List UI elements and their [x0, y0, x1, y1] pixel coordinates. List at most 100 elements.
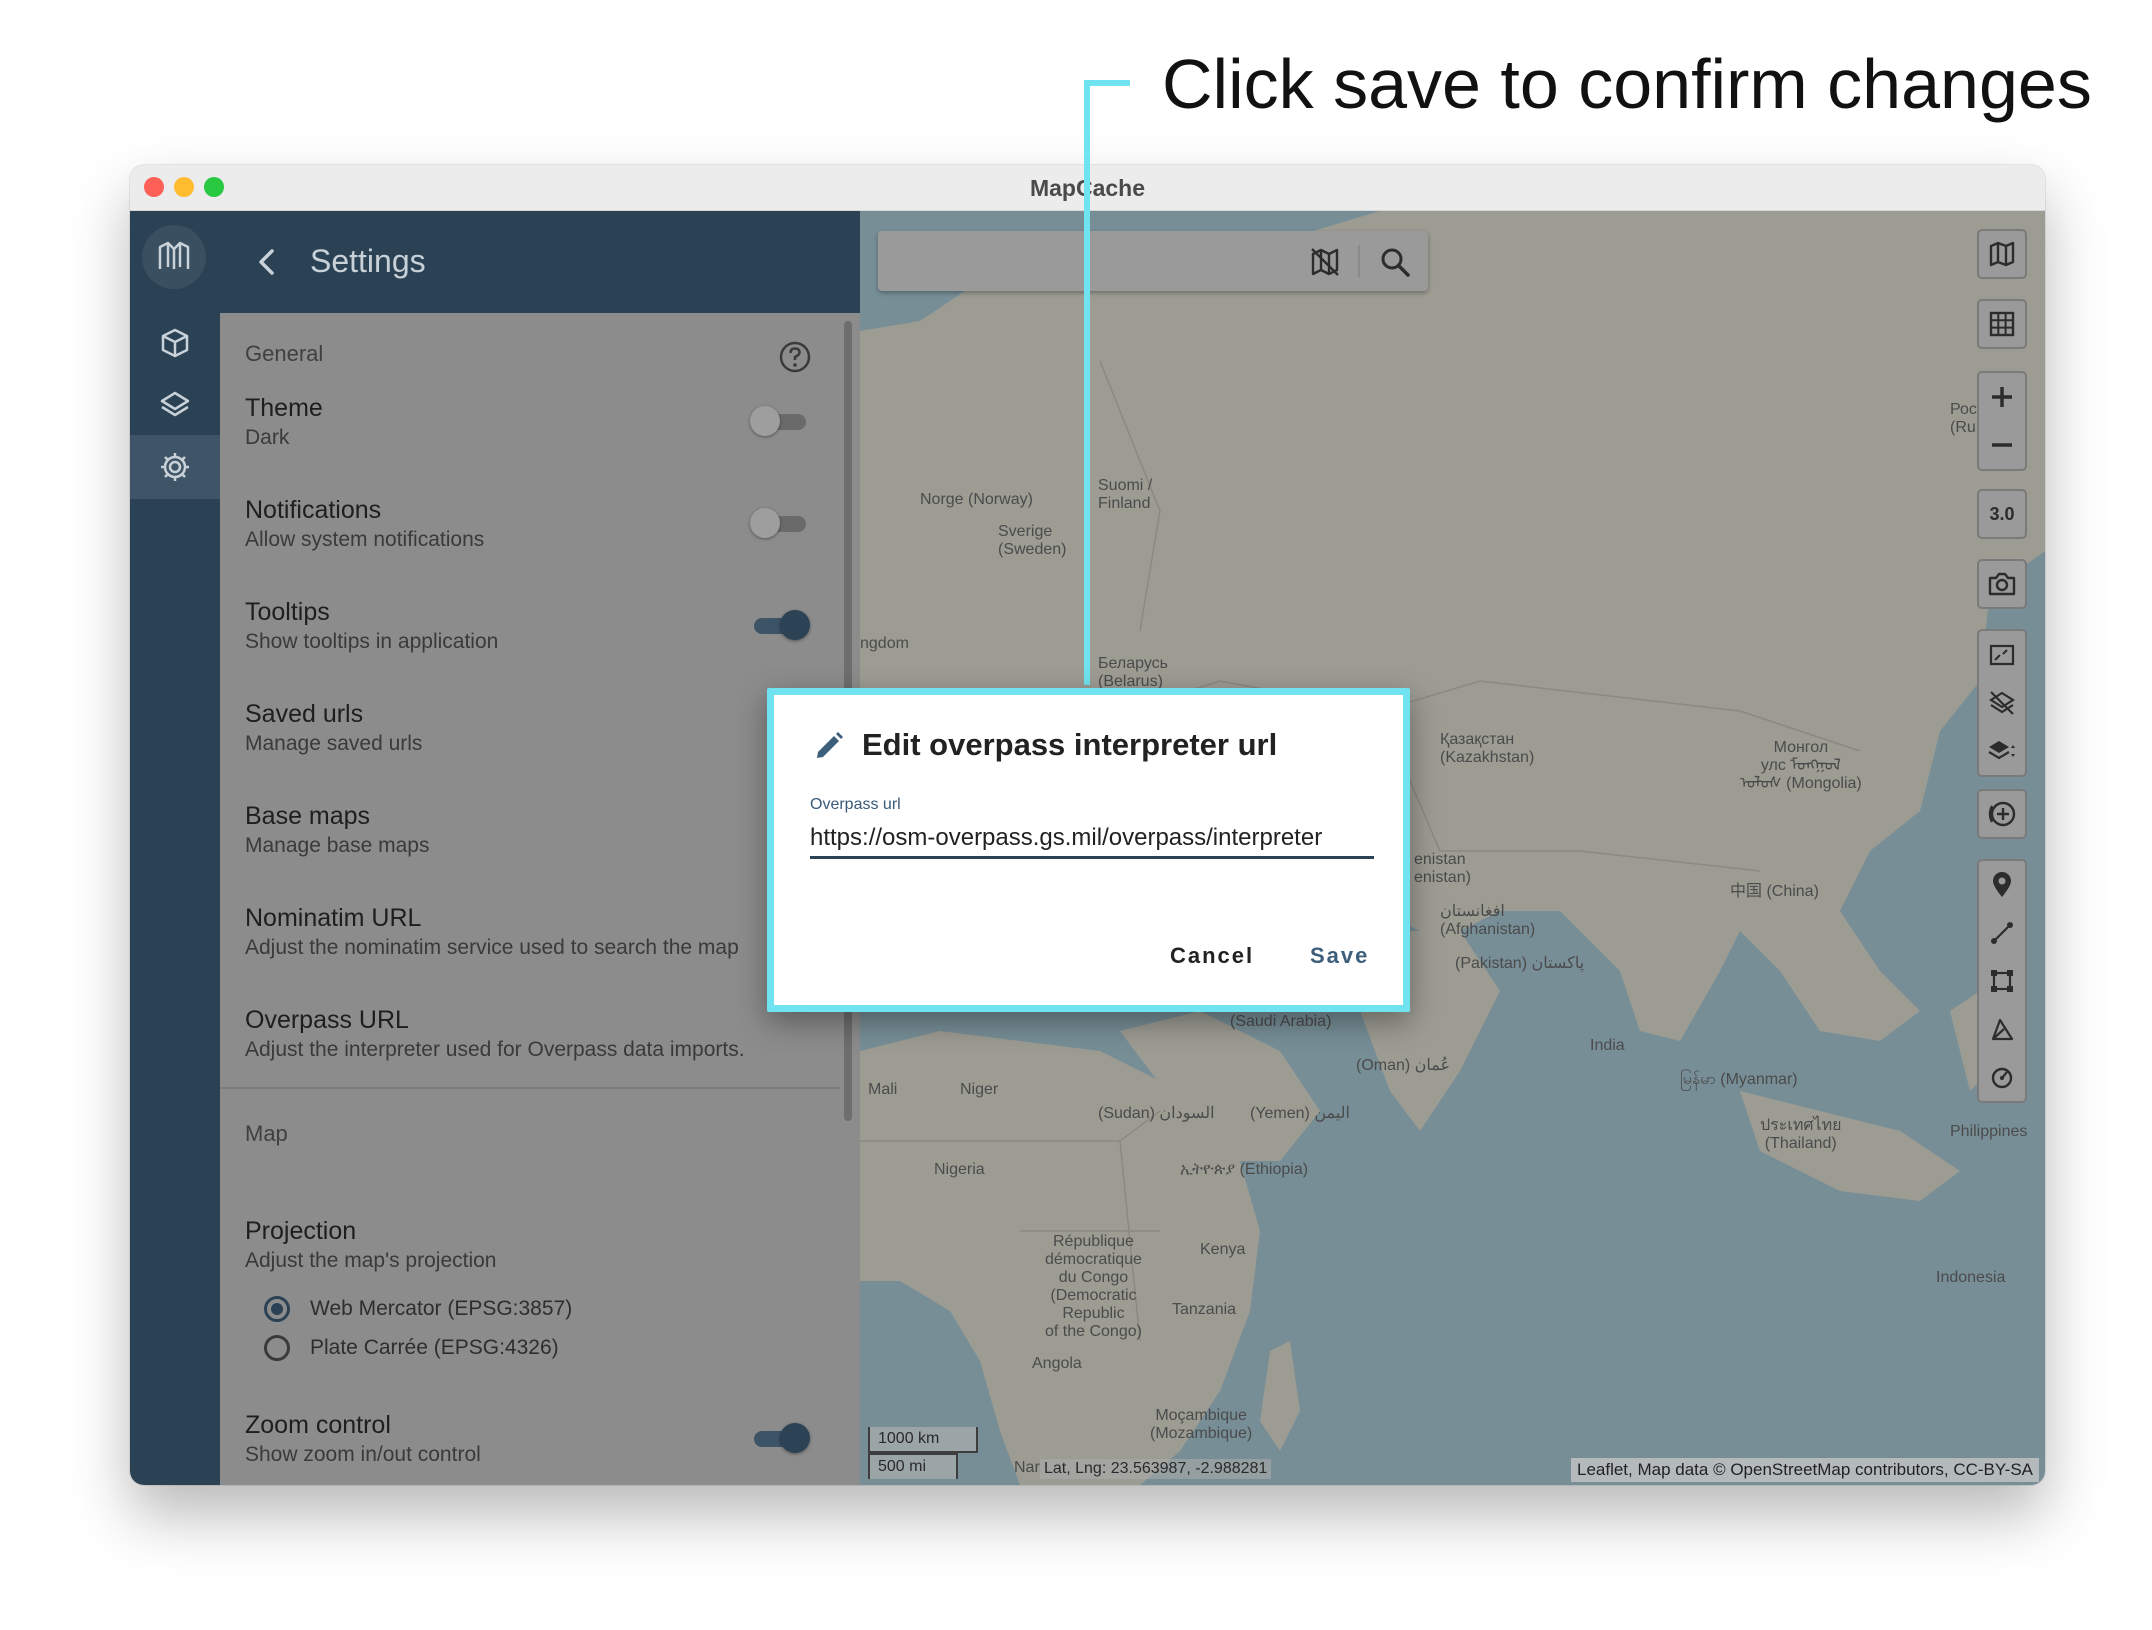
annotation-line-vertical [1084, 80, 1090, 685]
drawing-tools [1977, 859, 2027, 1103]
search-divider [1358, 245, 1360, 277]
gear-icon[interactable] [130, 435, 220, 499]
setting-notifications-subtitle: Allow system notifications [245, 528, 485, 551]
setting-projection: Projection [245, 1217, 357, 1245]
shape-draw-icon[interactable] [1979, 1005, 2025, 1053]
map-label-kingdom: ngdom [860, 635, 909, 652]
map-label-tanzania: Tanzania [1172, 1301, 1237, 1318]
map-label-yemen: (Yemen) اليمن [1250, 1105, 1350, 1122]
map-label-finland: Suomi / Finland [1098, 477, 1153, 512]
section-divider [220, 1087, 840, 1089]
save-button[interactable]: Save [1310, 943, 1369, 969]
layers-sort-icon[interactable] [1979, 727, 2025, 775]
map-label-sweden: Sverige (Sweden) [998, 523, 1067, 558]
radio-plate-carree[interactable] [264, 1335, 290, 1361]
radio-plate-carree-label: Plate Carrée (EPSG:4326) [310, 1336, 559, 1359]
map-attribution[interactable]: Leaflet, Map data © OpenStreetMap contri… [1570, 1458, 2039, 1482]
setting-base-maps-subtitle: Manage base maps [245, 834, 430, 857]
map-search-bar[interactable] [878, 231, 1428, 291]
cube-icon[interactable] [130, 311, 220, 375]
grid-icon[interactable] [1977, 299, 2027, 349]
layers-icon[interactable] [130, 373, 220, 437]
map-label-nigeria: Nigeria [934, 1161, 985, 1178]
map-label-indonesia: Indonesia [1936, 1269, 2006, 1286]
map-label-myanmar: မြန်မာ (Myanmar) [1680, 1071, 1798, 1088]
setting-overpass-url-subtitle: Adjust the interpreter used for Overpass… [245, 1038, 745, 1061]
overpass-url-label: Overpass url [810, 796, 901, 813]
setting-zoom-control-subtitle: Show zoom in/out control [245, 1443, 481, 1466]
help-icon[interactable] [778, 340, 812, 374]
map-label-angola: Angola [1032, 1355, 1082, 1372]
map-label-sudan: (Sudan) السودان [1098, 1105, 1215, 1122]
cancel-button[interactable]: Cancel [1170, 943, 1254, 969]
setting-nominatim-url[interactable]: Nominatim URL [245, 904, 421, 933]
notifications-toggle[interactable] [750, 508, 810, 538]
map-label-kenya: Kenya [1200, 1241, 1246, 1258]
circle-draw-icon[interactable] [1979, 1053, 2025, 1101]
latlng-readout: Lat, Lng: 23.563987, -2.988281 [1040, 1459, 1272, 1479]
line-draw-icon[interactable] [1979, 909, 2025, 957]
map-label-afghanistan: افغانستان (Afghanistan) [1440, 903, 1536, 938]
map-label-mozambique: Moçambique (Mozambique) [1150, 1407, 1253, 1442]
edit-overpass-dialog: Edit overpass interpreter url Overpass u… [767, 688, 1410, 1012]
map-label-mali: Mali [868, 1081, 898, 1098]
map-label-belarus: Беларусь (Belarus) [1098, 655, 1168, 690]
map-label-philippines: Philippines [1950, 1123, 2028, 1140]
marker-icon[interactable] [1979, 861, 2025, 909]
setting-notifications: Notifications [245, 496, 382, 524]
scale-mi: 500 mi [868, 1453, 958, 1479]
zoom-level-indicator: 3.0 [1977, 489, 2027, 539]
map-label-india: India [1590, 1037, 1625, 1054]
map-label-pakistan: (Pakistan) پاکستان [1455, 955, 1585, 972]
setting-overpass-url[interactable]: Overpass URL [245, 1006, 409, 1035]
map-label-oman: (Oman) عُمان [1356, 1057, 1451, 1074]
scale-km: 1000 km [868, 1427, 978, 1453]
overpass-url-input[interactable] [810, 819, 1374, 859]
map-label-turkmenistan: enistan enistan) [1414, 851, 1471, 886]
theme-toggle[interactable] [750, 406, 810, 436]
polygon-draw-icon[interactable] [1979, 957, 2025, 1005]
zoom-in-button[interactable] [1979, 373, 2025, 421]
map-logo-icon[interactable] [142, 225, 206, 289]
settings-title: Settings [310, 243, 426, 279]
map-label-mongolia: Монгол улс ᠮᠣᠩᠭᠣᠯ ᠤᠯᠤᠰ (Mongolia) [1740, 739, 1862, 792]
setting-zoom-control: Zoom control [245, 1411, 391, 1439]
settings-header: Settings [220, 211, 860, 313]
setting-nominatim-url-subtitle: Adjust the nominatim service used to sea… [245, 936, 739, 959]
setting-saved-urls[interactable]: Saved urls [245, 700, 363, 729]
radio-web-mercator[interactable] [264, 1296, 290, 1322]
setting-base-maps[interactable]: Base maps [245, 802, 370, 831]
setting-saved-urls-subtitle: Manage saved urls [245, 732, 423, 755]
tooltips-toggle[interactable] [750, 610, 810, 640]
camera-icon[interactable] [1977, 559, 2027, 609]
setting-theme-subtitle: Dark [245, 426, 290, 449]
map-label-kazakhstan: Қазақстан (Kazakhstan) [1440, 731, 1535, 766]
zoom-control-group [1977, 371, 2027, 471]
basemap-icon[interactable] [1977, 229, 2027, 279]
setting-tooltips-subtitle: Show tooltips in application [245, 630, 499, 653]
annotation-line [1084, 80, 1130, 86]
back-arrow-icon[interactable] [250, 245, 284, 279]
radio-web-mercator-label: Web Mercator (EPSG:3857) [310, 1297, 573, 1320]
zoom-control-toggle[interactable] [750, 1423, 810, 1453]
map-label-ethiopia: ኢትዮጵያ (Ethiopia) [1180, 1161, 1309, 1178]
annotation-text: Click save to confirm changes [1162, 45, 2092, 123]
map-layer-tools [1977, 629, 2027, 777]
layers-off-icon[interactable] [1979, 679, 2025, 727]
search-icon[interactable] [1378, 245, 1412, 279]
map-off-icon[interactable] [1308, 245, 1342, 279]
map-label-drc: République démocratique du Congo (Democr… [1045, 1233, 1142, 1340]
settings-panel: Settings General Theme Dark Notification… [220, 211, 860, 1485]
add-layer-icon[interactable] [1977, 789, 2027, 839]
map-label-norway: Norge (Norway) [920, 491, 1033, 508]
zoom-level: 3.0 [1989, 503, 2015, 524]
map-label-thailand: ประเทศไทย (Thailand) [1760, 1117, 1842, 1152]
section-general: General [245, 341, 324, 366]
zoom-out-button[interactable] [1979, 421, 2025, 469]
section-map: Map [245, 1121, 288, 1146]
map-label-niger: Niger [960, 1081, 999, 1098]
dialog-title: Edit overpass interpreter url [862, 727, 1278, 762]
pencil-icon [817, 732, 843, 758]
fit-bounds-icon[interactable] [1979, 631, 2025, 679]
setting-tooltips: Tooltips [245, 598, 330, 626]
